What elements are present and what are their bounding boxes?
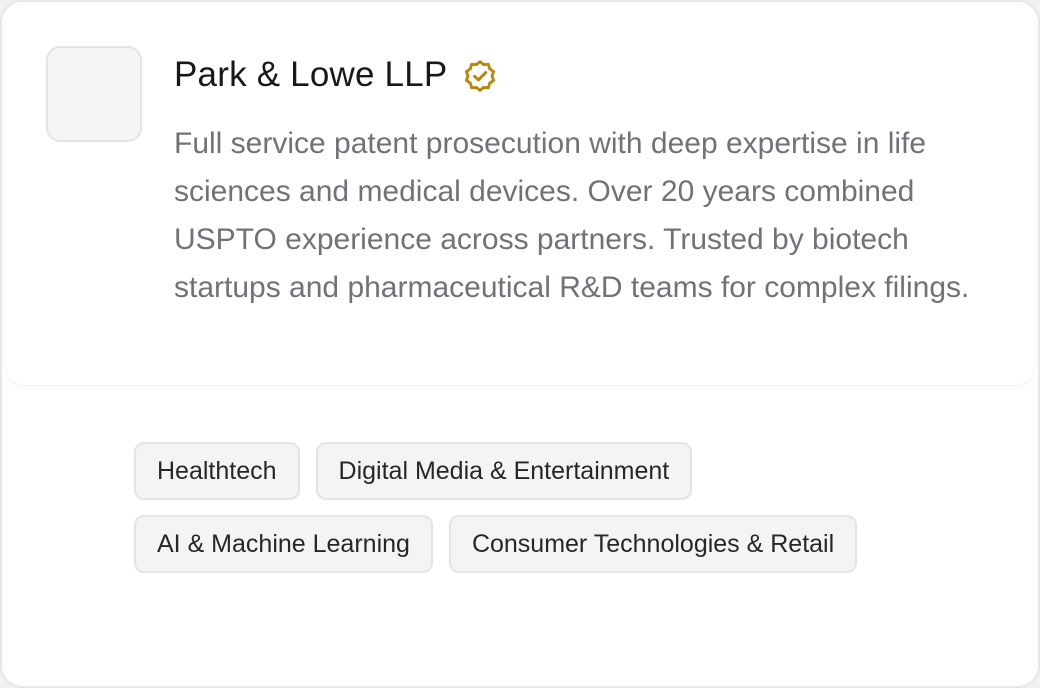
tag-consumer-technologies[interactable]: Consumer Technologies & Retail <box>448 515 858 573</box>
firm-header: Park & Lowe LLP Full service patent pros… <box>6 6 1034 386</box>
tag-digital-media[interactable]: Digital Media & Entertainment <box>315 442 693 500</box>
title-row: Park & Lowe LLP <box>174 52 499 98</box>
tag-healthtech[interactable]: Healthtech <box>134 442 300 500</box>
firm-logo-placeholder <box>46 46 142 142</box>
firm-name[interactable]: Park & Lowe LLP <box>174 52 447 98</box>
industry-tags: Healthtech Digital Media & Entertainment… <box>134 442 994 573</box>
firm-description: Full service patent prosecution with dee… <box>174 127 970 304</box>
firm-card[interactable]: Park & Lowe LLP Full service patent pros… <box>0 0 1040 688</box>
tag-ai-machine-learning[interactable]: AI & Machine Learning <box>134 515 433 573</box>
verified-badge-icon <box>461 57 499 95</box>
